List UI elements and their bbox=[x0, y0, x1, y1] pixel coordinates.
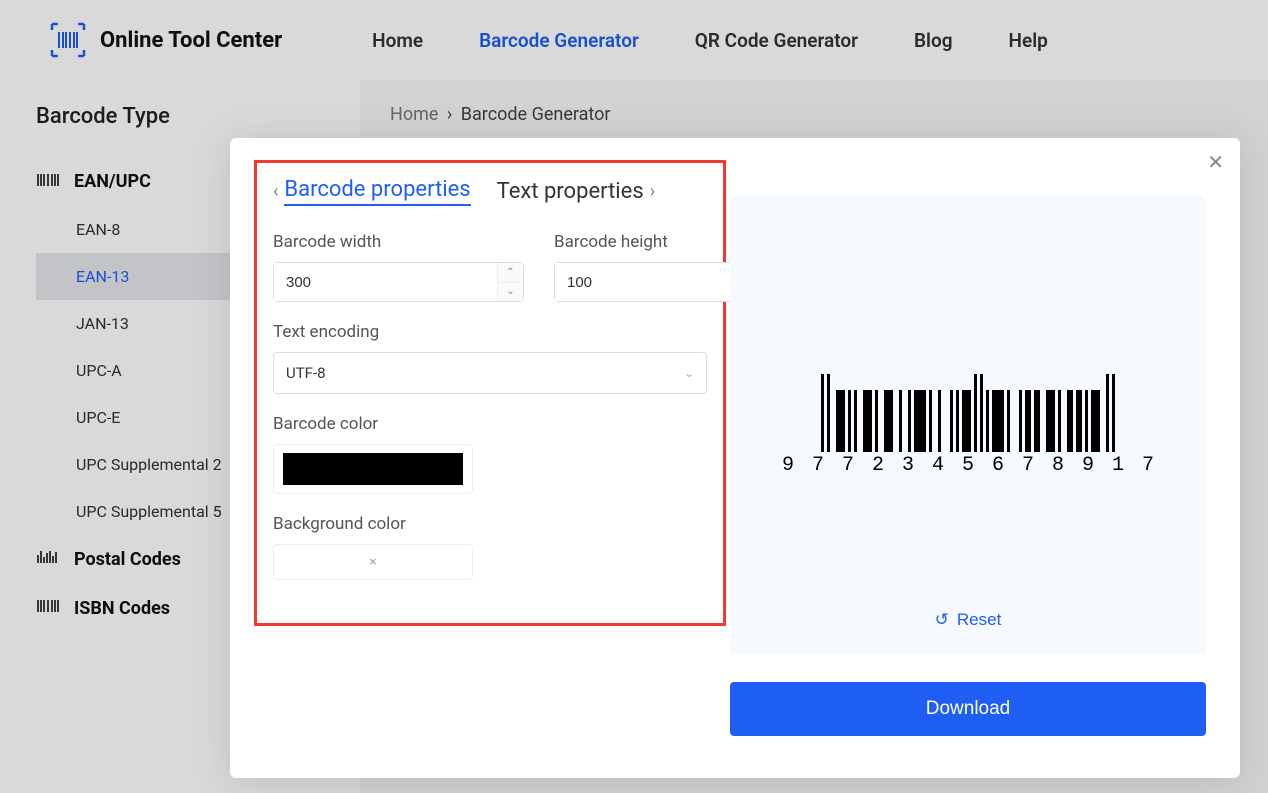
digit: 7 bbox=[833, 454, 863, 477]
reset-label: Reset bbox=[957, 610, 1001, 630]
reset-icon: ↺ bbox=[935, 610, 949, 630]
digit: 7 bbox=[1133, 454, 1163, 477]
background-color-label: Background color bbox=[273, 514, 707, 534]
download-button[interactable]: Download bbox=[730, 682, 1206, 736]
barcode-image: 9 7 7 2 3 4 5 6 7 8 9 1 7 bbox=[773, 374, 1163, 477]
barcode-color-label: Barcode color bbox=[273, 414, 707, 434]
tab-barcode-properties[interactable]: ‹ Barcode properties bbox=[273, 177, 471, 206]
chevron-right-icon: › bbox=[650, 181, 655, 202]
chevron-down-icon: ⌄ bbox=[684, 366, 694, 380]
barcode-preview: 9 7 7 2 3 4 5 6 7 8 9 1 7 ↺ Reset bbox=[730, 196, 1206, 654]
encoding-select[interactable]: UTF-8 ⌄ bbox=[273, 352, 707, 394]
digit: 7 bbox=[1013, 454, 1043, 477]
digit: 9 bbox=[773, 454, 803, 477]
color-swatch-black bbox=[283, 453, 463, 485]
properties-tabs: ‹ Barcode properties Text properties › bbox=[273, 177, 707, 206]
tab-label: Barcode properties bbox=[284, 177, 470, 206]
digit: 1 bbox=[1103, 454, 1133, 477]
width-stepper: ⌃ ⌄ bbox=[497, 263, 523, 301]
digit: 8 bbox=[1043, 454, 1073, 477]
digit: 4 bbox=[923, 454, 953, 477]
close-button[interactable]: ✕ bbox=[1207, 150, 1224, 175]
tab-label: Text properties bbox=[497, 179, 644, 204]
digit: 2 bbox=[863, 454, 893, 477]
encoding-label: Text encoding bbox=[273, 322, 707, 342]
digit: 7 bbox=[803, 454, 833, 477]
barcode-bars bbox=[821, 374, 1115, 452]
width-label: Barcode width bbox=[273, 232, 524, 252]
width-step-up[interactable]: ⌃ bbox=[498, 263, 523, 283]
encoding-value: UTF-8 bbox=[286, 364, 326, 382]
background-color-picker[interactable]: × bbox=[273, 544, 473, 580]
barcode-color-picker[interactable] bbox=[273, 444, 473, 494]
properties-modal: ✕ ‹ Barcode properties Text properties ›… bbox=[230, 138, 1240, 778]
field-barcode-color: Barcode color bbox=[273, 414, 707, 494]
barcode-digits: 9 7 7 2 3 4 5 6 7 8 9 1 7 bbox=[773, 454, 1163, 477]
barcode-properties-panel: ‹ Barcode properties Text properties › B… bbox=[254, 160, 726, 626]
tab-text-properties[interactable]: Text properties › bbox=[497, 179, 655, 204]
digit: 6 bbox=[983, 454, 1013, 477]
field-text-encoding: Text encoding UTF-8 ⌄ bbox=[273, 322, 707, 394]
close-icon: ✕ bbox=[1207, 152, 1224, 174]
clear-icon: × bbox=[369, 554, 376, 570]
reset-button[interactable]: ↺ Reset bbox=[935, 610, 1002, 630]
field-barcode-width: Barcode width ⌃ ⌄ bbox=[273, 232, 524, 302]
chevron-left-icon: ‹ bbox=[273, 181, 278, 202]
width-step-down[interactable]: ⌄ bbox=[498, 283, 523, 302]
digit: 3 bbox=[893, 454, 923, 477]
digit: 5 bbox=[953, 454, 983, 477]
digit: 9 bbox=[1073, 454, 1103, 477]
field-background-color: Background color × bbox=[273, 514, 707, 580]
chevron-up-icon: ⌃ bbox=[506, 267, 514, 278]
width-input[interactable] bbox=[274, 263, 497, 301]
chevron-down-icon: ⌄ bbox=[506, 286, 514, 297]
